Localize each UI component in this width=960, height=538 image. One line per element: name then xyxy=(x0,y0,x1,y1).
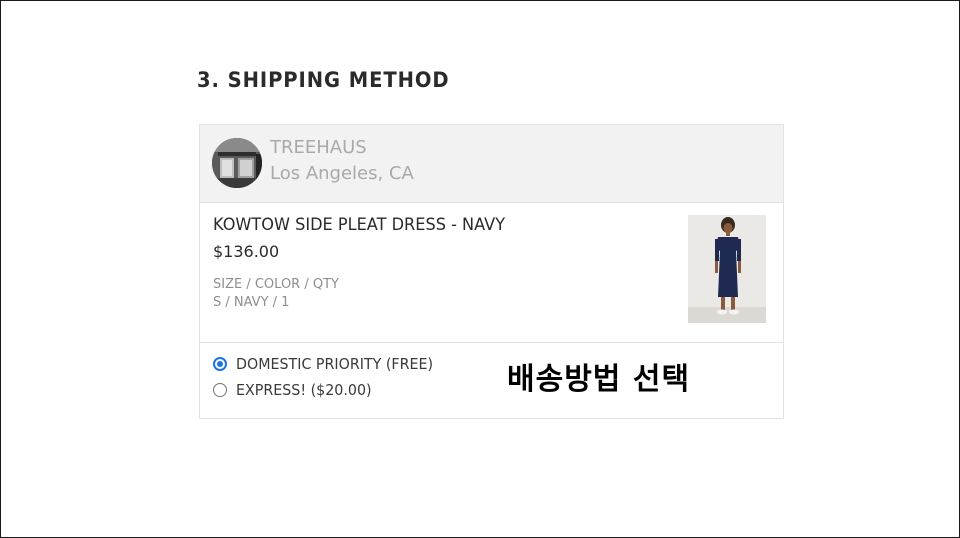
product-item: KOWTOW SIDE PLEAT DRESS - NAVY $136.00 S… xyxy=(200,202,783,343)
shipping-option-label: EXPRESS! ($20.00) xyxy=(236,381,372,399)
store-name: TREEHAUS xyxy=(270,137,367,158)
store-avatar xyxy=(212,138,262,188)
store-location: Los Angeles, CA xyxy=(270,163,414,184)
product-name: KOWTOW SIDE PLEAT DRESS - NAVY xyxy=(213,215,506,235)
store-header: TREEHAUS Los Angeles, CA xyxy=(200,125,783,203)
product-attributes-value: S / NAVY / 1 xyxy=(213,295,290,310)
section-title: 3. SHIPPING METHOD xyxy=(197,68,450,92)
storefront-photo-icon xyxy=(212,138,262,188)
product-price: $136.00 xyxy=(213,242,280,261)
shipping-panel: TREEHAUS Los Angeles, CA KOWTOW SIDE PLE… xyxy=(199,124,784,419)
shipping-options: DOMESTIC PRIORITY (FREE) EXPRESS! ($20.0… xyxy=(200,343,783,418)
product-image[interactable] xyxy=(688,215,766,323)
shipping-option-label: DOMESTIC PRIORITY (FREE) xyxy=(236,355,434,373)
annotation-caption: 배송방법 선택 xyxy=(507,362,691,397)
radio-express[interactable] xyxy=(213,383,227,397)
product-attributes-label: SIZE / COLOR / QTY xyxy=(213,277,339,292)
dress-photo-icon xyxy=(688,215,766,323)
radio-domestic-priority[interactable] xyxy=(213,357,227,371)
